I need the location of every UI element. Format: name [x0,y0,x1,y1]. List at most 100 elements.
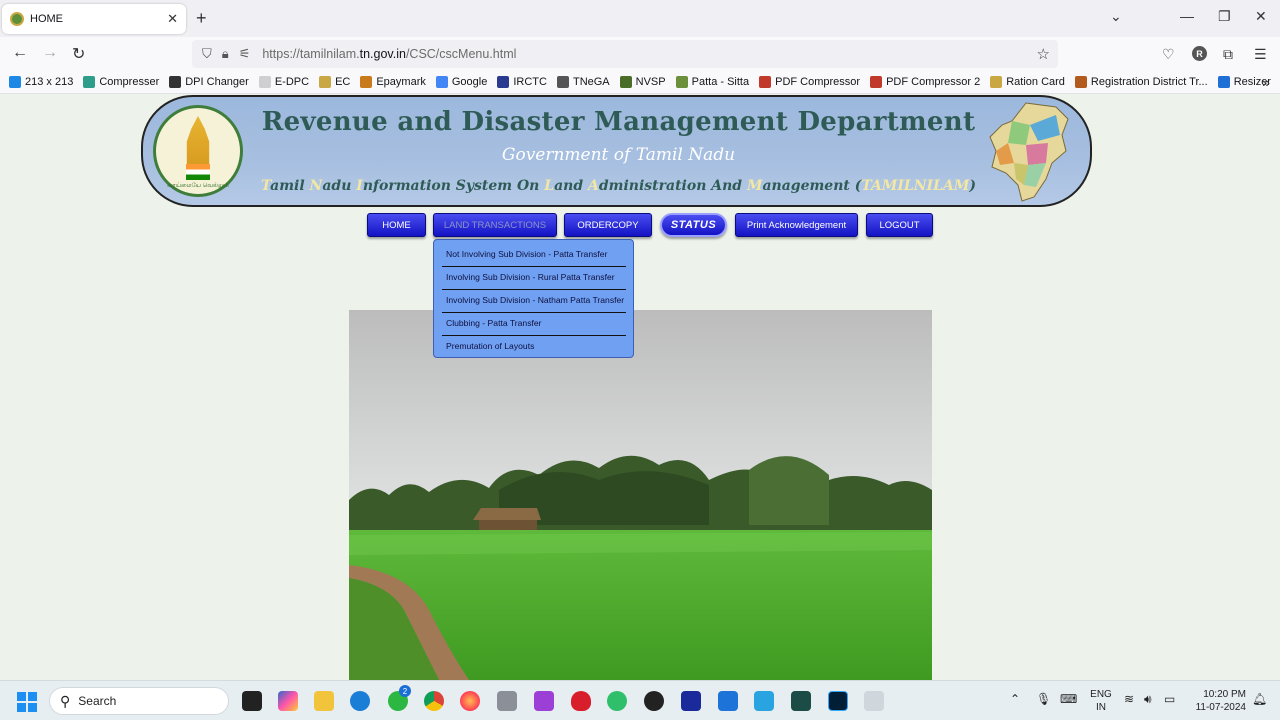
list-all-tabs-chevron-icon[interactable]: ⌄ [1110,8,1122,25]
app-store-icon[interactable] [718,691,738,711]
menu-home-button[interactable]: HOME [367,213,426,237]
document-app-icon[interactable] [754,691,774,711]
photoshop-icon[interactable] [828,691,848,711]
whatsapp-notification-badge: 2 [399,685,411,697]
dropdown-item[interactable]: Involving Sub Division - Rural Patta Tra… [442,267,626,290]
microphone-icon[interactable]: 🎙︎ [1036,692,1051,706]
notes-app-icon[interactable] [242,691,262,711]
menu-land-transactions-button[interactable]: LAND TRANSACTIONS [433,213,557,237]
volume-icon[interactable]: 🔊︎ [1144,692,1152,707]
calculator-app-icon[interactable] [497,691,517,711]
menu-print-acknowledgement-button[interactable]: Print Acknowledgement [735,213,858,237]
bookmark-favicon-icon [360,76,373,88]
bookmark-item[interactable]: Registration District Tr... [1074,76,1208,88]
minimize-window-button[interactable]: — [1180,8,1194,24]
bookmark-item[interactable]: EC [319,76,350,88]
hamburger-menu-icon[interactable]: ☰ [1254,46,1267,63]
media-player-icon[interactable] [644,691,664,711]
show-hidden-icons-chevron[interactable]: ⌃ [1010,692,1020,706]
dropdown-item[interactable]: Not Involving Sub Division - Patta Trans… [442,244,626,267]
bookmark-item[interactable]: Compresser [83,76,159,88]
language-indicator[interactable]: ENG IN [1088,688,1114,714]
edge-browser-icon[interactable] [350,691,370,711]
menu-ordercopy-button[interactable]: ORDERCOPY [564,213,652,237]
address-bar[interactable]: ⛉ 🔒︎ ⚟ https://tamilnilam.tn.gov.in/CSC/… [192,40,1058,68]
bookmark-label: Epaymark [376,76,426,88]
url-prefix: https://tamilnilam. [262,47,360,61]
bookmark-item[interactable]: Epaymark [360,76,426,88]
bookmark-label: EC [335,76,351,88]
bookmark-label: 213 x 213 [25,76,74,88]
menu-status-button[interactable]: STATUS [660,213,727,237]
bookmark-favicon-icon [870,76,883,88]
bookmark-label: IRCTC [513,76,547,88]
media-app-icon[interactable] [534,691,554,711]
save-app-icon[interactable] [681,691,701,711]
bookmark-item[interactable]: PDF Compressor [759,76,860,88]
bookmark-item[interactable]: Google [435,76,488,88]
reload-icon[interactable]: ↻ [72,44,85,64]
url-text[interactable]: https://tamilnilam.tn.gov.in/CSC/cscMenu… [262,47,516,61]
bookmark-star-icon[interactable]: ☆ [1037,45,1050,63]
tagline-part: amil [270,178,310,194]
tagline-part: T [261,178,271,194]
bookmark-favicon-icon [258,76,271,88]
chat-app-icon[interactable] [607,691,627,711]
taskbar-search-box[interactable]: ⚲ Search [49,687,229,715]
restore-window-button[interactable]: ❐ [1218,8,1231,25]
page-viewport: வாய்மையே வெல்லும் Revenue and Disaster M… [0,94,1280,680]
bookmark-item[interactable]: PDF Compressor 2 [870,76,980,88]
back-arrow-icon[interactable]: ← [12,44,28,62]
forward-arrow-icon[interactable]: → [42,44,58,62]
file-explorer-icon[interactable] [314,691,334,711]
tamilnadu-emblem-favicon-icon [10,12,24,26]
notifications-icon[interactable]: 🔔︎ [1252,692,1267,706]
keyboard-icon[interactable]: ⌨ [1060,692,1077,706]
dropdown-item[interactable]: Premutation of Layouts [442,336,626,359]
dropdown-item[interactable]: Involving Sub Division - Natham Patta Tr… [442,290,626,313]
bookmark-item[interactable]: 213 x 213 [9,76,73,88]
bookmark-item[interactable]: DPI Changer [169,76,249,88]
bookmark-label: PDF Compressor [775,76,861,88]
bookmark-item[interactable]: Patta - Sitta [675,76,749,88]
bookmark-item[interactable]: IRCTC [497,76,547,88]
bookmark-label: Google [451,76,488,88]
browser-tab-home[interactable]: HOME ✕ [2,4,186,34]
bookmark-item[interactable]: Ration Card [990,76,1065,88]
new-tab-button[interactable]: + [196,8,207,29]
permissions-icon[interactable]: ⚟ [239,46,251,62]
close-window-button[interactable]: ✕ [1255,8,1267,25]
wifi-icon[interactable]: ≋ [1124,692,1134,706]
tab-close-icon[interactable]: ✕ [167,11,178,27]
bookmark-favicon-icon [675,76,688,88]
more-bookmarks-chevron-icon[interactable]: » [1262,74,1270,90]
copilot-icon[interactable] [278,691,298,711]
bookmark-item[interactable]: NVSP [619,76,666,88]
system-clock[interactable]: 10:20 PM 11-07-2024 [1186,688,1246,714]
bookmark-favicon-icon [556,76,569,88]
chrome-browser-icon[interactable] [424,691,444,711]
dropdown-item[interactable]: Clubbing - Patta Transfer [442,313,626,336]
snipping-tool-icon[interactable] [864,691,884,711]
bookmark-label: Registration District Tr... [1090,76,1208,88]
bookmark-favicon-icon [759,76,772,88]
battery-icon[interactable]: ▭ [1164,692,1175,706]
antivirus-shield-icon[interactable] [571,691,591,711]
tracking-protection-shield-icon[interactable]: ⛉ [202,46,212,62]
lock-icon[interactable]: 🔒︎ [222,46,229,62]
extensions-puzzle-icon[interactable]: ⧉ [1223,46,1233,63]
bookmark-favicon-icon [435,76,448,88]
terminal-app-icon[interactable] [791,691,811,711]
bookmark-item[interactable]: TNeGA [556,76,610,88]
bookmark-favicon-icon [1217,76,1230,88]
account-avatar[interactable]: R [1192,46,1207,61]
tab-title: HOME [30,13,63,25]
windows-start-icon[interactable] [17,692,37,712]
pocket-icon[interactable]: ♡ [1162,46,1175,63]
tagline-part: anagement ( [762,178,862,194]
firefox-browser-icon[interactable] [460,691,480,711]
bookmark-item[interactable]: E-DPC [258,76,309,88]
menu-logout-button[interactable]: LOGOUT [866,213,933,237]
tagline-part: dministration And [598,178,747,194]
search-icon: ⚲ [60,692,71,709]
